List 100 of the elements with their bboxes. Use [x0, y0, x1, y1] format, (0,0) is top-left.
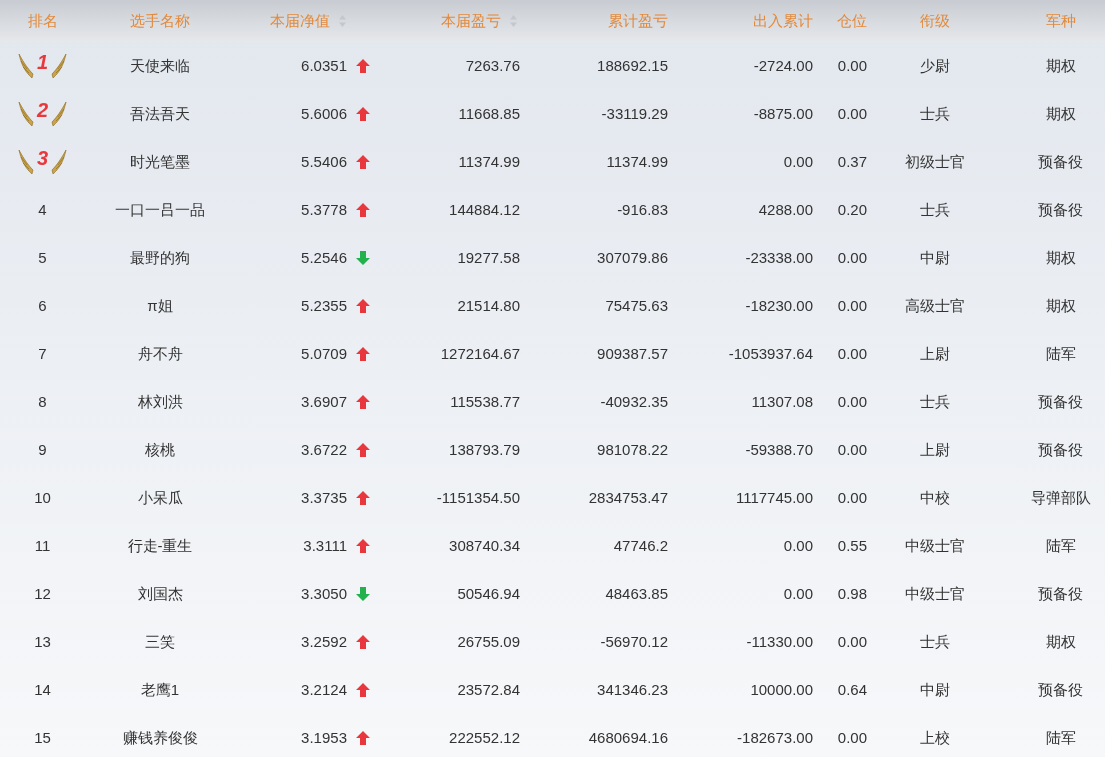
net-value: 5.2355 [301, 295, 347, 316]
player-name: 三笑 [145, 631, 175, 652]
table-cell-text: 高级士官 [905, 295, 965, 316]
table-cell-text: 909387.57 [597, 343, 668, 364]
rank-number: 4 [38, 199, 47, 220]
table-cell-text: 19277.58 [457, 247, 520, 268]
table-cell-text: 士兵 [920, 103, 950, 124]
column-header[interactable]: 本届盈亏 [441, 9, 501, 33]
net-value: 5.5406 [301, 151, 347, 172]
table-cell-text: 75475.63 [605, 295, 668, 316]
table-cell-text: 308740.34 [449, 535, 520, 556]
net-value: 3.2124 [301, 679, 347, 700]
rank-number: 12 [34, 583, 51, 604]
table-cell-text: 26755.09 [457, 631, 520, 652]
table-cell-text: 0.55 [837, 535, 867, 556]
column-header: 选手名称 [130, 10, 190, 31]
rank-number: 5 [38, 247, 47, 268]
table-cell-text: 预备役 [1038, 151, 1083, 172]
table-cell-text: 预备役 [1038, 679, 1083, 700]
rank-number: 6 [38, 295, 47, 316]
net-value: 3.6907 [301, 391, 347, 412]
net-value: 3.2592 [301, 631, 347, 652]
player-name: 舟不舟 [137, 343, 183, 364]
table-cell-text: 1117745.00 [735, 487, 813, 508]
table-cell-text: 115538.77 [450, 391, 520, 412]
table-cell-text: 期权 [1045, 631, 1076, 652]
table-cell-text: 陆军 [1045, 727, 1076, 748]
player-name: 刘国杰 [137, 583, 183, 604]
column-header: 排名 [27, 10, 58, 31]
column-header: 累计盈亏 [608, 10, 668, 31]
table-cell-text: 初级士官 [905, 151, 965, 172]
table-cell-text: -23338.00 [745, 247, 813, 268]
table-cell-text: 23572.84 [457, 679, 520, 700]
table-cell-text: 少尉 [920, 55, 950, 76]
player-name: π姐 [147, 295, 173, 316]
wing-icon [51, 149, 68, 175]
table-cell-text: 士兵 [920, 199, 950, 220]
sort-icon[interactable] [338, 14, 347, 28]
table-cell-text: 导弹部队 [1030, 487, 1091, 508]
table-cell-text: 11307.08 [751, 391, 813, 412]
table-cell-text: 期权 [1045, 55, 1076, 76]
table-cell-text: 4288.00 [758, 199, 813, 220]
net-value: 6.0351 [301, 55, 347, 76]
table-cell-text: 0.00 [783, 583, 813, 604]
table-cell-text: 0.00 [837, 391, 867, 412]
rank-medal: 1 [17, 53, 68, 79]
table-cell-text: 中级士官 [905, 583, 965, 604]
table-cell-text: 7263.76 [465, 55, 520, 76]
player-name: 吾法吾天 [130, 103, 190, 124]
table-cell-text: 0.00 [837, 55, 867, 76]
table-cell-text: 陆军 [1045, 535, 1076, 556]
table-cell-text: 0.00 [837, 439, 867, 460]
table-cell-text: 981078.22 [597, 439, 668, 460]
table-cell-text: 期权 [1045, 103, 1076, 124]
table-cell-text: -11330.00 [746, 631, 813, 652]
table-cell-text: 上尉 [920, 343, 950, 364]
table-cell-text: 0.00 [837, 631, 867, 652]
wing-icon [51, 53, 68, 79]
table-cell-text: 0.64 [837, 679, 867, 700]
player-name: 林刘洪 [137, 391, 183, 412]
table-cell-text: -8875.00 [753, 103, 813, 124]
table-cell-text: 0.00 [837, 103, 867, 124]
player-name: 小呆瓜 [137, 487, 183, 508]
table-cell-text: 138793.79 [449, 439, 520, 460]
table-cell-text: 2834753.47 [588, 487, 668, 508]
player-name: 天使来临 [130, 55, 190, 76]
sort-icon[interactable] [509, 14, 518, 28]
table-cell-text: 47746.2 [613, 535, 668, 556]
column-header[interactable]: 本届净值 [270, 9, 330, 33]
net-value: 3.6722 [301, 439, 347, 460]
wing-icon [51, 101, 68, 127]
rank-number: 9 [38, 439, 47, 460]
table-cell-text: 士兵 [920, 631, 950, 652]
table-cell-text: 21514.80 [457, 295, 520, 316]
player-name: 赚钱养俊俊 [122, 727, 198, 748]
table-cell-text: -40932.35 [600, 391, 668, 412]
rank-number: 7 [38, 343, 47, 364]
player-name: 一口一吕一品 [115, 199, 205, 220]
rank-number: 13 [34, 631, 51, 652]
wing-icon [17, 101, 34, 127]
rank-medal: 2 [17, 101, 68, 127]
rank-medal: 3 [17, 149, 68, 175]
table-cell-text: -182673.00 [737, 727, 813, 748]
table-cell-text: 中级士官 [905, 535, 965, 556]
table-cell-text: -1053937.64 [728, 343, 813, 364]
net-value: 5.6006 [301, 103, 347, 124]
table-cell-text: 11668.85 [458, 103, 520, 124]
column-header: 军种 [1045, 10, 1076, 31]
player-name: 最野的狗 [130, 247, 190, 268]
table-cell-text: -916.83 [617, 199, 668, 220]
net-value: 5.3778 [301, 199, 347, 220]
table-cell-text: 4680694.16 [588, 727, 668, 748]
rank-number: 15 [34, 727, 51, 748]
player-name: 时光笔墨 [130, 151, 190, 172]
rank-number: 11 [34, 535, 51, 556]
table-cell-text: 0.00 [837, 487, 867, 508]
table-cell-text: 11374.99 [606, 151, 668, 172]
table-cell-text: 11374.99 [458, 151, 520, 172]
table-cell-text: 0.00 [837, 343, 867, 364]
table-cell-text: 预备役 [1038, 583, 1083, 604]
